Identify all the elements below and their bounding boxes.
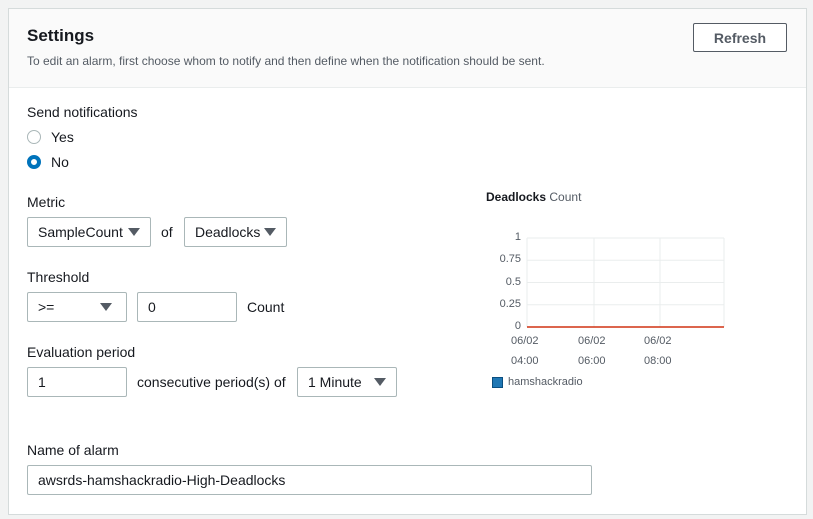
y-tick-label: 0.5 [505,275,521,288]
of-label: of [161,224,173,240]
radio-option-yes[interactable]: Yes [27,129,74,145]
chart-title: Deadlocks Count [486,190,581,204]
threshold-unit: Count [247,299,285,315]
chart-subtitle: Count [549,190,582,204]
evaluation-period-label: Evaluation period [27,344,136,360]
alarm-name-label: Name of alarm [27,442,119,458]
x-tick-date: 06/02 [578,335,606,347]
y-tick-label: 0.25 [499,297,521,310]
radio-yes[interactable] [27,130,41,144]
metric-label: Metric [27,194,66,210]
chevron-down-icon [264,228,276,236]
period-duration-select[interactable]: 1 Minute [297,367,397,397]
x-tick-time: 04:00 [511,355,539,367]
metric-value: Deadlocks [195,224,261,240]
operator-value: >= [38,299,55,315]
send-notifications-label: Send notifications [27,104,138,120]
radio-no[interactable] [27,155,41,169]
chevron-down-icon [100,303,112,311]
chart-title-metric: Deadlocks [486,190,547,204]
x-tick-time: 06:00 [578,355,606,367]
threshold-input[interactable]: 0 [137,292,237,322]
x-tick-date: 06/02 [644,335,672,347]
settings-description: To edit an alarm, first choose whom to n… [27,54,545,68]
y-tick-label: 0 [514,320,521,332]
legend-swatch [492,376,503,388]
threshold-label: Threshold [27,269,90,285]
chevron-down-icon [128,228,140,236]
radio-no-label: No [51,154,69,170]
y-tick-label: 1 [514,231,521,243]
radio-option-no[interactable]: No [27,154,69,170]
refresh-button[interactable]: Refresh [693,23,787,52]
metric-select[interactable]: Deadlocks [184,217,287,247]
threshold-value: 0 [148,299,156,315]
y-tick-label: 0.75 [499,253,521,266]
chart-legend: hamshackradio [492,376,583,388]
chevron-down-icon [374,378,386,386]
consecutive-label: consecutive period(s) of [137,374,286,390]
statistic-select[interactable]: SampleCount [27,217,151,247]
x-tick-time: 08:00 [644,355,672,367]
period-duration-value: 1 Minute [308,374,362,390]
evaluation-periods-input[interactable]: 1 [27,367,127,397]
x-tick-date: 06/02 [511,335,539,347]
legend-label: hamshackradio [508,376,583,388]
settings-header: Settings To edit an alarm, first choose … [9,9,806,88]
operator-select[interactable]: >= [27,292,127,322]
settings-panel: Settings To edit an alarm, first choose … [8,8,807,515]
page-title: Settings [27,26,95,45]
statistic-value: SampleCount [38,224,123,240]
alarm-name-value: awsrds-hamshackradio-High-Deadlocks [38,472,286,488]
alarm-name-input[interactable]: awsrds-hamshackradio-High-Deadlocks [27,465,592,495]
radio-yes-label: Yes [51,129,74,145]
evaluation-periods-value: 1 [38,374,46,390]
